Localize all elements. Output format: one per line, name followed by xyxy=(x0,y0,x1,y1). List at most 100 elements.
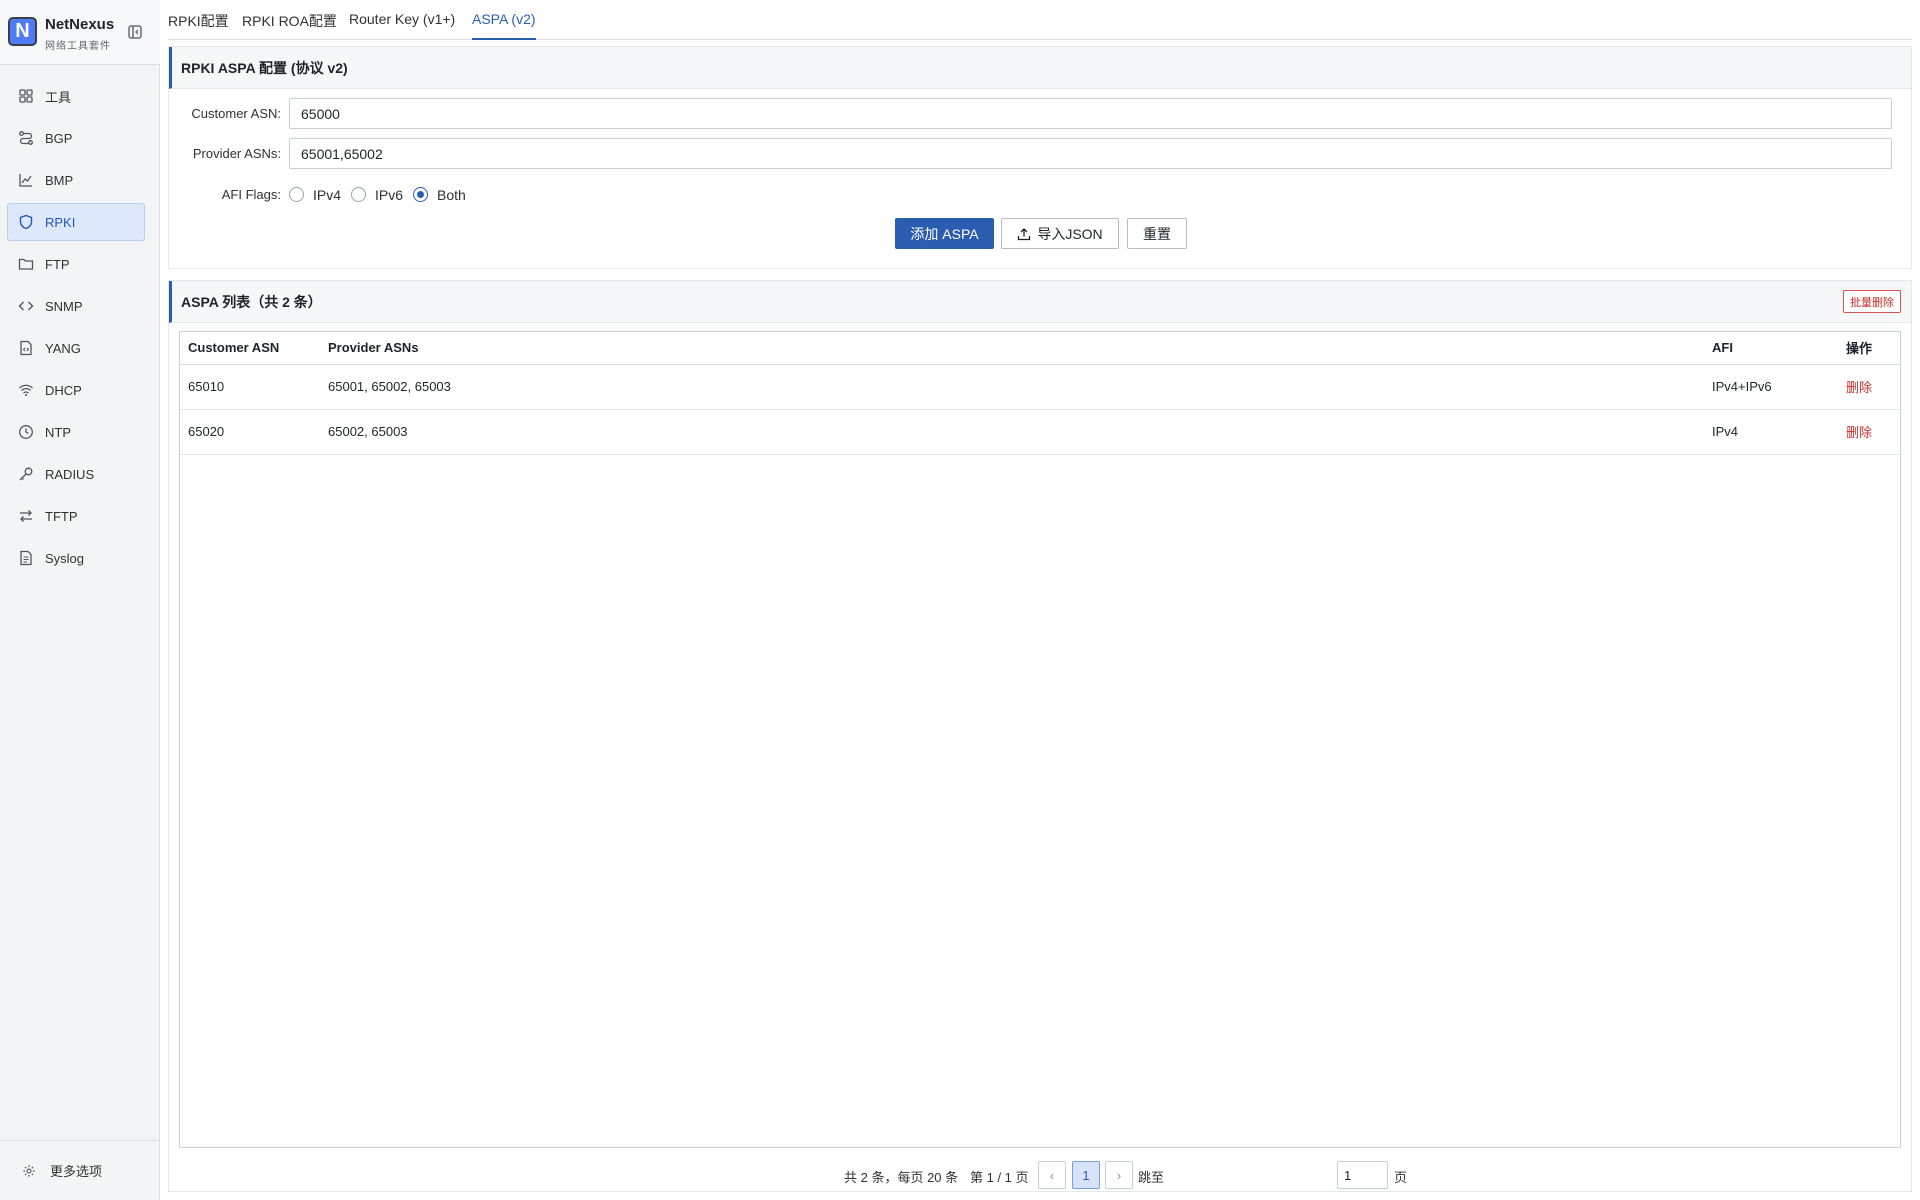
clock-icon xyxy=(19,425,33,439)
import-json-label: 导入JSON xyxy=(1037,225,1103,242)
afi-radio-ipv4[interactable]: IPv4 xyxy=(289,187,341,203)
file-code-icon xyxy=(20,340,32,356)
sidebar-item-label: NTP xyxy=(45,424,71,440)
brand-subtitle: 网络工具套件 xyxy=(45,41,111,52)
jump-label: 跳至 xyxy=(1138,1170,1165,1185)
col-afi: AFI xyxy=(1704,332,1838,365)
afi-radio-ipv6[interactable]: IPv6 xyxy=(351,187,403,203)
sidebar-item-rpki[interactable]: RPKI xyxy=(7,203,145,241)
aspa-list-card: ASPA 列表（共 2 条） 批量删除 Customer ASN Provide… xyxy=(168,280,1912,1192)
sidebar-item-label: SNMP xyxy=(45,298,83,314)
aspa-list-header: ASPA 列表（共 2 条） 批量删除 xyxy=(169,281,1911,323)
sidebar-item-label: BGP xyxy=(45,130,73,146)
app-root: N NetNexus 网络工具套件 工具 BGP BMP RPKI FTP SN… xyxy=(0,0,1920,1200)
sidebar-item-radius[interactable]: RADIUS xyxy=(7,455,145,493)
radio-circle-selected[interactable] xyxy=(413,187,429,202)
delete-row-button[interactable]: 删除 xyxy=(1838,364,1900,410)
sidebar-collapse-icon[interactable] xyxy=(128,25,142,39)
document-icon xyxy=(20,550,32,566)
customer-asn-row: Customer ASN: xyxy=(169,98,1892,129)
col-customer-asn: Customer ASN xyxy=(180,332,320,365)
grid-icon xyxy=(19,89,33,103)
col-provider-asns: Provider ASNs xyxy=(320,332,1704,365)
sidebar: N NetNexus 网络工具套件 工具 BGP BMP RPKI FTP SN… xyxy=(0,0,160,1200)
chart-icon xyxy=(19,174,32,187)
radio-label: IPv6 xyxy=(375,186,404,203)
next-page-button[interactable]: › xyxy=(1105,1161,1133,1189)
aspa-list-title: ASPA 列表（共 2 条） xyxy=(181,293,322,310)
pagination-page-info: 第 1 / 1 页 xyxy=(970,1170,1029,1185)
delete-row-button[interactable]: 删除 xyxy=(1838,409,1900,455)
tab-bar: RPKI配置 RPKI ROA配置 Router Key (v1+) ASPA … xyxy=(168,0,1912,40)
tab-rpki-config[interactable]: RPKI配置 xyxy=(168,11,229,40)
tab-aspa[interactable]: ASPA (v2) xyxy=(472,11,536,40)
cell-customer-asn: 65020 xyxy=(180,409,320,455)
aspa-config-title: RPKI ASPA 配置 (协议 v2) xyxy=(169,47,1911,89)
cell-afi: IPv4+IPv6 xyxy=(1704,364,1838,410)
jump-suffix: 页 xyxy=(1394,1170,1408,1185)
afi-flags-row: AFI Flags: IPv4 IPv6 Both xyxy=(169,179,476,210)
add-aspa-button[interactable]: 添加 ASPA xyxy=(895,218,994,249)
batch-delete-button[interactable]: 批量删除 xyxy=(1843,290,1901,313)
provider-asns-input[interactable] xyxy=(289,138,1892,169)
sidebar-item-label: 工具 xyxy=(45,89,72,105)
sidebar-item-bgp[interactable]: BGP xyxy=(7,119,145,157)
sidebar-item-label: RADIUS xyxy=(45,466,95,482)
provider-asns-row: Provider ASNs: xyxy=(169,138,1892,169)
shield-icon xyxy=(19,214,33,230)
sidebar-item-ftp[interactable]: FTP xyxy=(7,245,145,283)
afi-radio-both[interactable]: Both xyxy=(413,187,466,203)
sidebar-item-label: Syslog xyxy=(45,550,85,566)
sidebar-item-bmp[interactable]: BMP xyxy=(7,161,145,199)
sidebar-item-syslog[interactable]: Syslog xyxy=(7,539,145,577)
wifi-icon xyxy=(19,384,33,396)
sidebar-item-label: DHCP xyxy=(45,382,82,398)
sidebar-item-label: FTP xyxy=(45,256,70,272)
cell-afi: IPv4 xyxy=(1704,409,1838,455)
sidebar-item-label: BMP xyxy=(45,172,74,188)
reset-button[interactable]: 重置 xyxy=(1127,218,1187,249)
code-icon xyxy=(18,301,34,311)
customer-asn-input[interactable] xyxy=(289,98,1892,129)
route-icon xyxy=(19,131,33,145)
table-row: 65020 65002, 65003 IPv4 删除 xyxy=(180,409,1900,455)
brand-logo: N xyxy=(8,17,37,46)
sidebar-item-label: TFTP xyxy=(45,508,78,524)
aspa-table: Customer ASN Provider ASNs AFI 操作 65010 … xyxy=(180,332,1900,455)
key-icon xyxy=(19,467,33,481)
sidebar-item-dhcp[interactable]: DHCP xyxy=(7,371,145,409)
more-options[interactable]: 更多选项 xyxy=(0,1140,160,1200)
table-row: 65010 65001, 65002, 65003 IPv4+IPv6 删除 xyxy=(180,364,1900,410)
brand-header: N NetNexus 网络工具套件 xyxy=(0,0,160,65)
table-header-row: Customer ASN Provider ASNs AFI 操作 xyxy=(180,332,1900,365)
customer-asn-label: Customer ASN: xyxy=(191,106,281,121)
tab-rpki-roa-config[interactable]: RPKI ROA配置 xyxy=(242,11,337,40)
brand-name: NetNexus xyxy=(45,16,115,33)
radio-label: Both xyxy=(437,186,466,203)
sidebar-item-ntp[interactable]: NTP xyxy=(7,413,145,451)
aspa-table-container: Customer ASN Provider ASNs AFI 操作 65010 … xyxy=(179,331,1901,1148)
col-actions: 操作 xyxy=(1838,332,1900,365)
jump-page-input[interactable] xyxy=(1337,1161,1388,1189)
sidebar-item-tftp[interactable]: TFTP xyxy=(7,497,145,535)
sidebar-item-yang[interactable]: YANG xyxy=(7,329,145,367)
page-1-button[interactable]: 1 xyxy=(1072,1161,1100,1189)
radio-circle[interactable] xyxy=(351,187,367,202)
radio-circle[interactable] xyxy=(289,187,304,202)
sidebar-item-snmp[interactable]: SNMP xyxy=(7,287,145,325)
cell-provider-asns: 65001, 65002, 65003 xyxy=(320,364,1704,410)
more-options-label: 更多选项 xyxy=(50,1164,103,1179)
afi-flags-label: AFI Flags: xyxy=(221,187,281,202)
sidebar-item-label: RPKI xyxy=(45,214,76,230)
cell-provider-asns: 65002, 65003 xyxy=(320,409,1704,455)
sidebar-item-label: YANG xyxy=(45,340,81,356)
upload-icon xyxy=(1018,227,1031,240)
radio-label: IPv4 xyxy=(313,186,342,203)
prev-page-button[interactable]: ‹ xyxy=(1038,1161,1066,1189)
sidebar-item-tools[interactable]: 工具 xyxy=(7,77,145,115)
pagination: 共 2 条，每页 20 条 第 1 / 1 页 ‹ 1 › 跳至 页 xyxy=(169,1161,1911,1189)
transfer-icon xyxy=(20,510,32,522)
tab-router-key[interactable]: Router Key (v1+) xyxy=(349,11,455,40)
import-json-button[interactable]: 导入JSON xyxy=(1001,218,1119,249)
cell-customer-asn: 65010 xyxy=(180,364,320,410)
